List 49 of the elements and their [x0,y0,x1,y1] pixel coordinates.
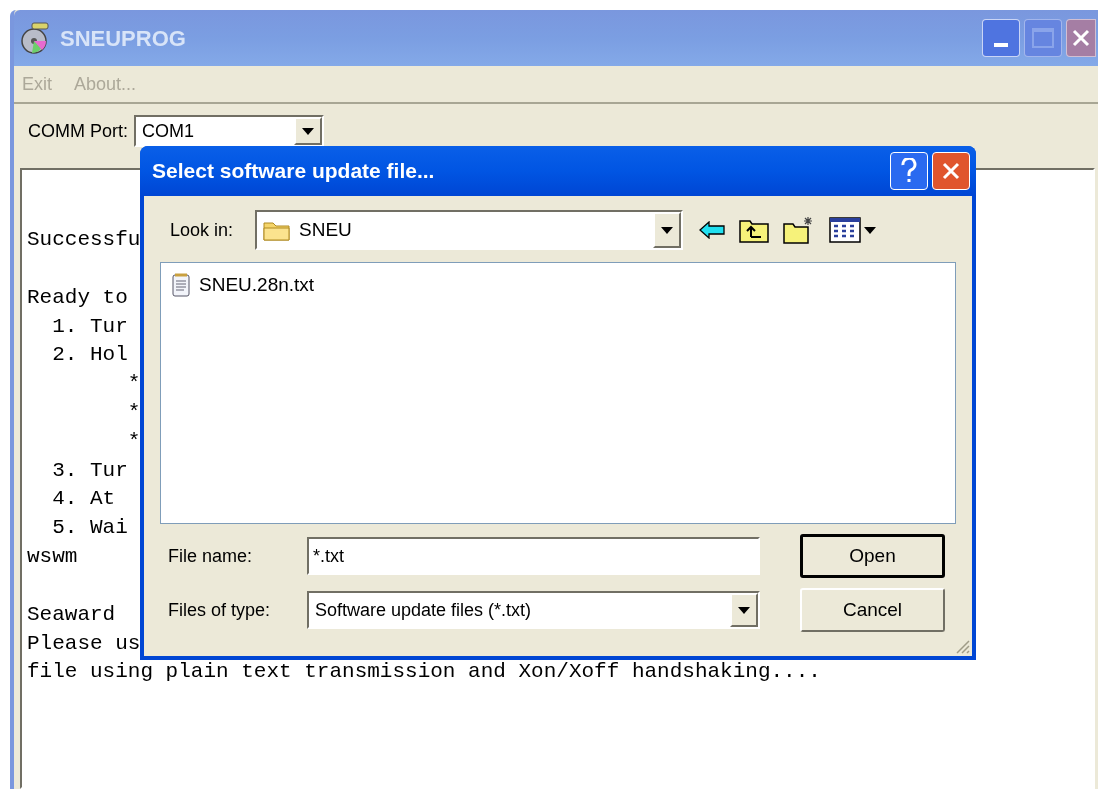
console-line: * [126,429,141,453]
caret-icon [302,127,314,135]
caret-icon [738,606,750,614]
console-line: 2. Hol [51,343,128,367]
caret-icon [661,226,673,234]
console-line: * [126,372,141,396]
dialog-title: Select software update file... [152,158,435,185]
text-file-icon [171,273,191,298]
help-icon [901,158,917,184]
details-view-icon [829,217,861,243]
close-button[interactable] [1066,19,1096,57]
dropdown-button[interactable] [653,212,681,248]
console-line: Successfu [27,228,141,251]
console-line: Ready to [27,285,128,309]
minimize-button[interactable] [982,19,1020,57]
look-in-combo[interactable]: SNEU [255,210,683,250]
file-name-label: File name: [167,544,254,568]
open-button[interactable]: Open [800,534,945,578]
console-line: file using plain text transmission and Xon/Xoff handshaking.... [27,660,821,684]
folder-icon [263,219,291,241]
close-icon [1071,28,1091,48]
back-arrow-icon[interactable] [699,221,725,239]
cancel-button[interactable]: Cancel [800,588,945,632]
comm-port-combo[interactable]: COM1 [134,115,324,147]
close-icon [941,161,961,181]
console-line: * [126,401,141,424]
console-line: Seaward [27,602,116,626]
console-line: 3. Tur [51,458,128,482]
view-menu-button[interactable] [829,217,876,243]
dropdown-button[interactable] [294,117,322,145]
close-button[interactable] [932,152,970,190]
resize-grip-icon[interactable] [954,638,970,654]
up-folder-icon[interactable] [739,217,769,243]
file-item[interactable]: SNEU.28n.txt [169,271,317,300]
comm-port-label: COMM Port: [28,119,128,143]
new-folder-icon[interactable] [783,216,815,244]
look-in-label: Look in: [169,218,235,242]
console-line: 1. Tur [51,314,128,338]
dropdown-button[interactable] [730,593,758,627]
console-line: Please us [27,631,141,655]
file-name-field[interactable]: *.txt [307,537,760,575]
console-line: 5. Wai [51,516,128,540]
window-title: SNEUPROG [60,24,186,53]
console-line: wswm [27,544,78,568]
file-type-combo[interactable]: Software update files (*.txt) [307,591,760,629]
caret-icon [864,226,876,234]
console-line: 4. At [51,487,116,511]
help-button[interactable] [890,152,928,190]
file-type-label: Files of type: [167,598,272,622]
